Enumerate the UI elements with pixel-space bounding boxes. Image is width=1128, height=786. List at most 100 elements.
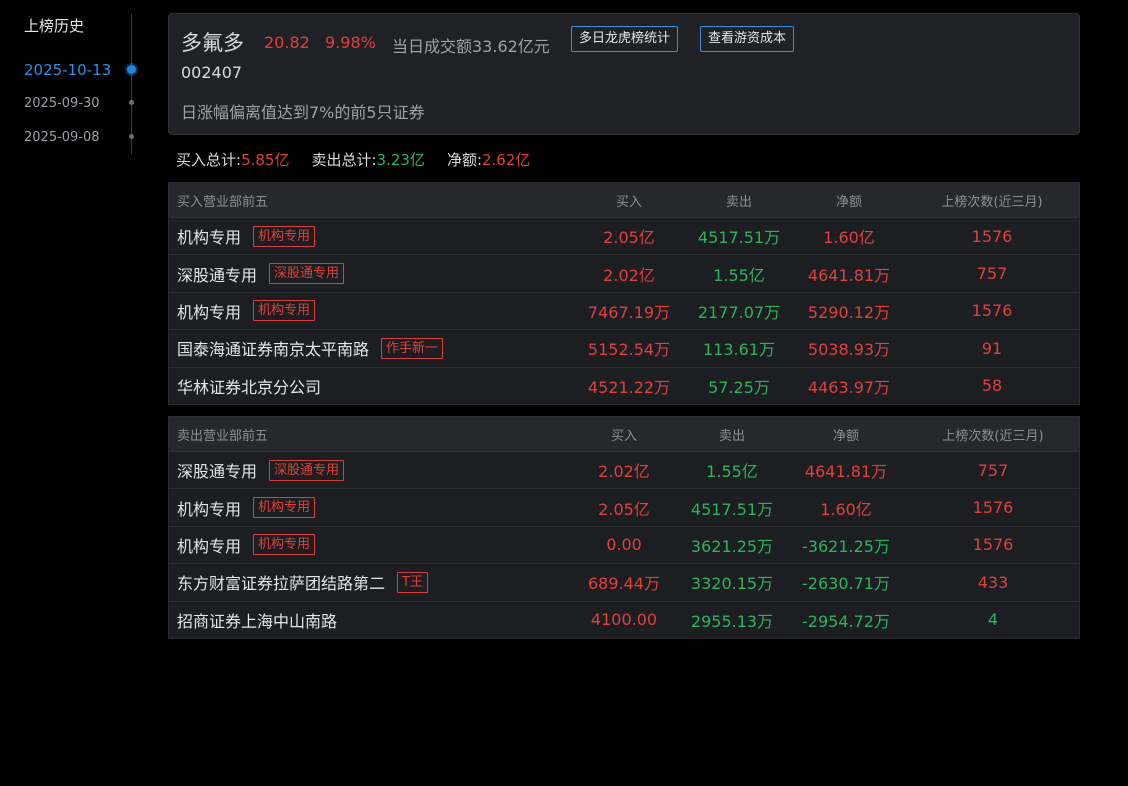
- stock-name: 多氟多: [181, 31, 244, 55]
- net-amount: 4641.81万: [804, 462, 888, 482]
- table-row[interactable]: 华林证券北京分公司 4521.22万 57.25万 4463.97万 58: [169, 366, 1079, 404]
- sell-amount: 4517.51万: [697, 228, 781, 248]
- buy-amount: 7467.19万: [587, 302, 671, 322]
- history-title: 上榜历史: [24, 17, 85, 35]
- history-date-item[interactable]: 2025-10-13: [24, 61, 111, 79]
- broker-cell: 机构专用 机构专用: [177, 293, 316, 329]
- table-header: 买入营业部前五 买入 卖出 净额 上榜次数(近三月): [169, 183, 1079, 217]
- stock-code: 002407: [181, 63, 243, 82]
- table-row[interactable]: 机构专用 机构专用 2.05亿 4517.51万 1.60亿 1576: [169, 217, 1079, 254]
- column-header: 净额: [835, 194, 862, 210]
- broker-name[interactable]: 东方财富证券拉萨团结路第二: [177, 570, 385, 594]
- broker-name[interactable]: 机构专用: [177, 533, 241, 557]
- buy-brokers-table: 买入营业部前五 买入 卖出 净额 上榜次数(近三月) 机构专用 机构专用 2.05…: [168, 182, 1080, 405]
- broker-name[interactable]: 国泰海通证券南京太平南路: [177, 336, 369, 360]
- table-row[interactable]: 国泰海通证券南京太平南路 作手新一 5152.54万 113.61万 5038.9…: [169, 329, 1079, 366]
- net-amount-value: 2.62亿: [482, 151, 531, 169]
- broker-cell: 机构专用 机构专用: [177, 527, 316, 563]
- net-amount: -2630.71万: [802, 574, 890, 594]
- column-header: 买入: [615, 194, 642, 210]
- net-amount: -3621.25万: [802, 536, 890, 556]
- column-header: 上榜次数(近三月): [941, 194, 1043, 210]
- column-header: 净额: [832, 428, 859, 444]
- column-header: 卖出: [718, 428, 745, 444]
- table-row[interactable]: 东方财富证券拉萨团结路第二 T王 689.44万 3320.15万 -2630.7…: [169, 563, 1079, 600]
- listing-reason: 日涨幅偏离值达到7%的前5只证券: [181, 103, 425, 122]
- buy-amount: 0.00: [606, 535, 642, 555]
- listing-count: 1576: [972, 498, 1014, 518]
- broker-tag: 机构专用: [253, 300, 316, 322]
- stock-change-percent: 9.98%: [325, 33, 376, 52]
- net-amount: 5038.93万: [807, 340, 891, 360]
- net-amount: 4641.81万: [807, 265, 891, 285]
- net-amount-label: 净额:: [446, 151, 482, 169]
- total-buy-value: 5.85亿: [241, 151, 290, 169]
- column-header: 卖出: [725, 194, 752, 210]
- table-row[interactable]: 深股通专用 深股通专用 2.02亿 1.55亿 4641.81万 757: [169, 254, 1079, 291]
- broker-cell: 东方财富证券拉萨团结路第二 T王: [177, 564, 428, 600]
- broker-cell: 招商证券上海中山南路: [177, 602, 337, 638]
- broker-name[interactable]: 机构专用: [177, 224, 241, 248]
- broker-tag: 作手新一: [381, 337, 444, 359]
- table-row[interactable]: 机构专用 机构专用 2.05亿 4517.51万 1.60亿 1576: [169, 488, 1079, 525]
- net-amount: 1.60亿: [823, 228, 875, 248]
- buy-amount: 5152.54万: [587, 340, 671, 360]
- timeline-line: [131, 14, 132, 154]
- net-amount: -2954.72万: [802, 611, 890, 631]
- total-buy-label: 买入总计:: [176, 151, 242, 169]
- timeline-dot: [129, 134, 134, 139]
- listing-count: 58: [981, 376, 1003, 396]
- column-header: 卖出营业部前五: [177, 428, 269, 444]
- timeline-dot-active: [127, 65, 136, 74]
- net-amount: 5290.12万: [807, 302, 891, 322]
- broker-tag: 机构专用: [253, 534, 316, 556]
- buy-amount: 2.02亿: [598, 462, 650, 482]
- sell-amount: 1.55亿: [713, 265, 765, 285]
- sell-amount: 113.61万: [703, 340, 775, 360]
- history-date-item[interactable]: 2025-09-08: [24, 130, 100, 145]
- listing-count: 4: [987, 610, 999, 630]
- sell-brokers-table: 卖出营业部前五 买入 卖出 净额 上榜次数(近三月) 深股通专用 深股通专用 2.…: [168, 416, 1080, 639]
- table-row[interactable]: 机构专用 机构专用 7467.19万 2177.07万 5290.12万 1576: [169, 291, 1079, 329]
- broker-name[interactable]: 招商证券上海中山南路: [177, 608, 337, 632]
- sell-amount: 3320.15万: [690, 574, 774, 594]
- broker-name[interactable]: 华林证券北京分公司: [177, 374, 321, 398]
- sell-amount: 2955.13万: [690, 611, 774, 631]
- broker-tag: 机构专用: [253, 497, 316, 519]
- history-date-item[interactable]: 2025-09-30: [24, 96, 100, 111]
- listing-count: 757: [977, 460, 1009, 480]
- table-row[interactable]: 深股通专用 深股通专用 2.02亿 1.55亿 4641.81万 757: [169, 451, 1079, 488]
- stock-price: 20.82: [264, 33, 310, 52]
- buy-amount: 2.05亿: [598, 499, 650, 519]
- broker-name[interactable]: 深股通专用: [177, 262, 257, 286]
- listing-count: 91: [981, 338, 1003, 358]
- broker-tag: 深股通专用: [269, 263, 345, 285]
- table-row[interactable]: 招商证券上海中山南路 4100.00 2955.13万 -2954.72万 4: [169, 600, 1079, 638]
- buy-amount: 2.05亿: [603, 228, 655, 248]
- table-header: 卖出营业部前五 买入 卖出 净额 上榜次数(近三月): [169, 417, 1079, 451]
- broker-tag: 深股通专用: [269, 459, 345, 481]
- sell-amount: 57.25万: [708, 377, 770, 397]
- broker-name[interactable]: 机构专用: [177, 496, 241, 520]
- hot-money-cost-button[interactable]: 查看游资成本: [700, 26, 795, 52]
- stock-turnover: 当日成交额33.62亿元: [392, 37, 550, 56]
- listing-count: 433: [977, 572, 1009, 592]
- broker-name[interactable]: 机构专用: [177, 299, 241, 323]
- broker-name[interactable]: 深股通专用: [177, 458, 257, 482]
- listing-count: 1576: [972, 535, 1014, 555]
- history-timeline: 上榜历史 2025-10-13 2025-09-30 2025-09-08: [0, 0, 150, 160]
- table-row[interactable]: 机构专用 机构专用 0.00 3621.25万 -3621.25万 1576: [169, 525, 1079, 563]
- broker-cell: 华林证券北京分公司: [177, 368, 321, 404]
- sell-amount: 3621.25万: [690, 536, 774, 556]
- buy-amount: 4100.00: [590, 610, 658, 630]
- buy-amount: 2.02亿: [603, 265, 655, 285]
- multi-day-stats-button[interactable]: 多日龙虎榜统计: [571, 26, 679, 52]
- listing-count: 1576: [971, 301, 1013, 321]
- broker-cell: 深股通专用 深股通专用: [177, 255, 345, 291]
- column-header: 上榜次数(近三月): [942, 428, 1044, 444]
- total-sell-value: 3.23亿: [376, 151, 425, 169]
- net-amount: 1.60亿: [820, 499, 872, 519]
- broker-cell: 国泰海通证券南京太平南路 作手新一: [177, 330, 444, 366]
- listing-count: 1576: [971, 226, 1013, 246]
- sell-amount: 2177.07万: [697, 302, 781, 322]
